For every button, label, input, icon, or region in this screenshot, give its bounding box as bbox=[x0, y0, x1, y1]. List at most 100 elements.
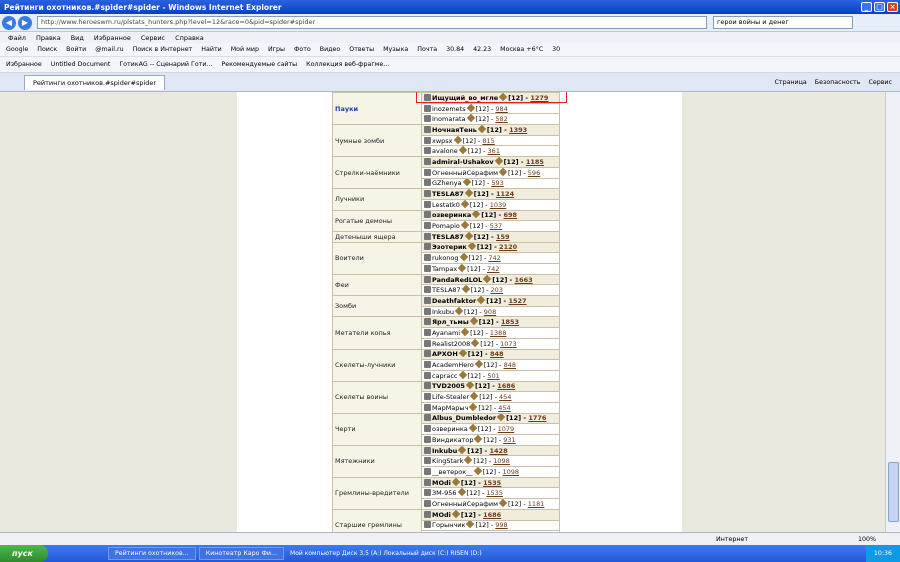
player-name-link[interactable]: MOdi bbox=[432, 479, 451, 487]
toolbar-item[interactable]: Музыка bbox=[383, 46, 408, 53]
score-link[interactable]: 1393 bbox=[509, 126, 527, 134]
score-link[interactable]: 1776 bbox=[528, 414, 546, 422]
player-name-link[interactable]: TVD2005 bbox=[432, 382, 465, 390]
score-link[interactable]: 1663 bbox=[515, 276, 533, 284]
player-name-link[interactable]: Albus_Dumbledor bbox=[432, 414, 496, 422]
score-link[interactable]: 1039 bbox=[490, 201, 507, 209]
tab-tool[interactable]: Безопасность bbox=[815, 79, 861, 86]
score-link[interactable]: 742 bbox=[487, 265, 499, 273]
player-name-link[interactable]: Realist2008 bbox=[432, 340, 470, 348]
toolbar-item[interactable]: Почта bbox=[417, 46, 437, 53]
score-link[interactable]: 1853 bbox=[501, 318, 519, 326]
player-name-link[interactable]: озверинка bbox=[432, 425, 468, 433]
favorite-item[interactable]: Untitled Document bbox=[51, 61, 111, 68]
player-name-link[interactable]: Tampax bbox=[432, 265, 457, 273]
maximize-button[interactable]: □ bbox=[874, 2, 885, 12]
player-name-link[interactable]: Inkubu bbox=[432, 308, 454, 316]
score-link[interactable]: 815 bbox=[482, 137, 494, 145]
score-link[interactable]: 454 bbox=[498, 404, 510, 412]
score-link[interactable]: 159 bbox=[496, 233, 510, 241]
url-input[interactable]: http://www.heroeswm.ru/plstats_hunters.p… bbox=[37, 16, 707, 29]
toolbar-item[interactable]: Войти bbox=[66, 46, 86, 53]
player-name-link[interactable]: AcademHero bbox=[432, 361, 474, 369]
player-name-link[interactable]: Ярл_тьмы bbox=[432, 318, 469, 326]
score-link[interactable]: 1073 bbox=[500, 340, 517, 348]
toolbar-item[interactable]: 30 bbox=[552, 46, 560, 53]
player-name-link[interactable]: Lestatk0 bbox=[432, 201, 460, 209]
score-link[interactable]: 2120 bbox=[499, 243, 517, 251]
player-name-link[interactable]: ОгненныйСерафим bbox=[432, 169, 498, 177]
score-link[interactable]: 908 bbox=[484, 308, 496, 316]
score-link[interactable]: 1428 bbox=[490, 447, 508, 455]
player-name-link[interactable]: xwpsx bbox=[432, 137, 453, 145]
toolbar-item[interactable]: @mail.ru bbox=[95, 46, 123, 53]
tab-tool[interactable]: Страница bbox=[775, 79, 807, 86]
player-name-link[interactable]: __ветерок__ bbox=[432, 468, 473, 476]
score-link[interactable]: 1527 bbox=[508, 297, 526, 305]
toolbar-item[interactable]: Игры bbox=[268, 46, 285, 53]
minimize-button[interactable]: _ bbox=[861, 2, 872, 12]
score-link[interactable]: 984 bbox=[495, 105, 507, 113]
score-link[interactable]: 1124 bbox=[496, 190, 514, 198]
toolbar-item[interactable]: 30.84 bbox=[446, 46, 464, 53]
player-name-link[interactable]: Pomapio bbox=[432, 222, 460, 230]
toolbar-item[interactable]: 42.23 bbox=[473, 46, 491, 53]
score-link[interactable]: 1098 bbox=[502, 468, 519, 476]
player-name-link[interactable]: Life-Stealer bbox=[432, 393, 469, 401]
menu-item[interactable]: Сервис bbox=[141, 34, 165, 42]
player-name-link[interactable]: Виндикатор bbox=[432, 436, 473, 444]
player-name-link[interactable]: АРХОН bbox=[432, 350, 458, 358]
player-name-link[interactable]: Горынчик bbox=[432, 521, 465, 529]
toolbar-item[interactable]: Ответы bbox=[349, 46, 374, 53]
back-icon[interactable]: ◀ bbox=[2, 15, 16, 30]
score-link[interactable]: 742 bbox=[488, 254, 500, 262]
menu-item[interactable]: Файл bbox=[8, 34, 26, 42]
menu-item[interactable]: Вид bbox=[71, 34, 84, 42]
player-name-link[interactable]: inozemets bbox=[432, 105, 466, 113]
player-name-link[interactable]: rukonog bbox=[432, 254, 459, 262]
score-link[interactable]: 596 bbox=[528, 169, 540, 177]
player-name-link[interactable]: TESLA87 bbox=[432, 286, 461, 294]
close-button[interactable]: × bbox=[887, 2, 898, 12]
toolbar-item[interactable]: Поиск в Интернет bbox=[133, 46, 193, 53]
player-name-link[interactable]: Inkubu bbox=[432, 447, 457, 455]
player-name-link[interactable]: avalone bbox=[432, 147, 458, 155]
score-link[interactable]: 203 bbox=[491, 286, 503, 294]
score-link[interactable]: 698 bbox=[504, 211, 518, 219]
player-name-link[interactable]: TESLA87 bbox=[432, 190, 464, 198]
score-link[interactable]: 1388 bbox=[490, 329, 507, 337]
task-button[interactable]: Кинотеатр Каро Фи... bbox=[198, 547, 285, 560]
toolbar-item[interactable]: Фото bbox=[294, 46, 311, 53]
score-link[interactable]: 361 bbox=[488, 147, 500, 155]
favorite-item[interactable]: Рекомендуемые сайты bbox=[221, 61, 297, 68]
player-name-link[interactable]: НочнаяТень bbox=[432, 126, 477, 134]
task-button[interactable]: Рейтинги охотников... bbox=[108, 547, 196, 560]
score-link[interactable]: 931 bbox=[503, 436, 515, 444]
player-name-link[interactable]: Эзотерик bbox=[432, 243, 467, 251]
score-link[interactable]: 1079 bbox=[498, 425, 515, 433]
toolbar-item[interactable]: Видео bbox=[320, 46, 341, 53]
toolbar-item[interactable]: Google bbox=[6, 46, 28, 53]
player-name-link[interactable]: MOdi bbox=[432, 511, 451, 519]
score-link[interactable]: 1686 bbox=[483, 511, 501, 519]
menu-item[interactable]: Избранное bbox=[94, 34, 131, 42]
score-link[interactable]: 1535 bbox=[483, 479, 501, 487]
vertical-scrollbar[interactable] bbox=[885, 92, 900, 532]
tab-active[interactable]: Рейтинги охотников.#spider#spider bbox=[24, 74, 166, 90]
toolbar-item[interactable]: Москва +6°C bbox=[500, 46, 543, 53]
menu-item[interactable]: Правка bbox=[36, 34, 61, 42]
favorite-item[interactable]: Избранное bbox=[6, 61, 42, 68]
player-name-link[interactable]: ЗМ-956 bbox=[432, 489, 457, 497]
player-name-link[interactable]: озверинка bbox=[432, 211, 471, 219]
toolbar-item[interactable]: Мой мир bbox=[231, 46, 259, 53]
favorite-item[interactable]: Коллекция веб-фрагме... bbox=[306, 61, 389, 68]
player-name-link[interactable]: Inomarata bbox=[432, 115, 466, 123]
menu-item[interactable]: Справка bbox=[175, 34, 204, 42]
favorite-item[interactable]: ГотикАG -- Сценарий Готи... bbox=[119, 61, 212, 68]
score-link[interactable]: 1686 bbox=[497, 382, 515, 390]
score-link[interactable]: 501 bbox=[487, 372, 499, 380]
score-link[interactable]: 998 bbox=[495, 521, 507, 529]
score-link[interactable]: 848 bbox=[490, 350, 504, 358]
player-name-link[interactable]: Ayanami bbox=[432, 329, 460, 337]
score-link[interactable]: 848 bbox=[504, 361, 516, 369]
